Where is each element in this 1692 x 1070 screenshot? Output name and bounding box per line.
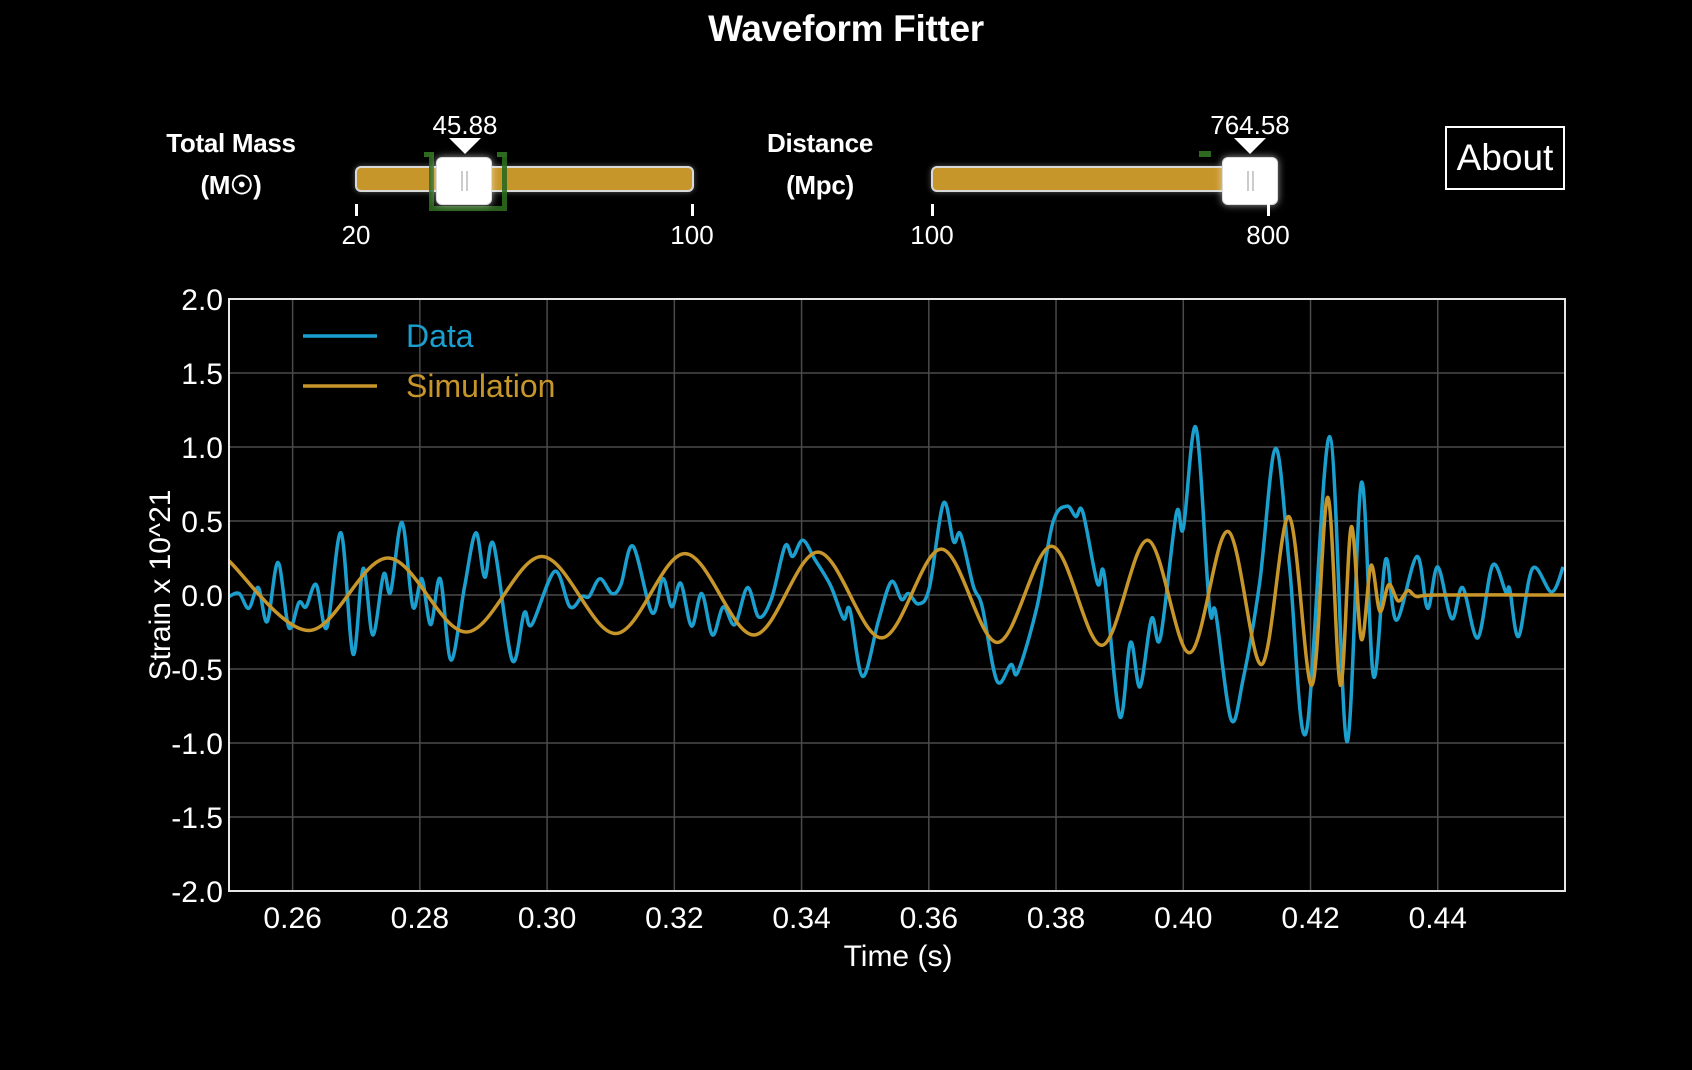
y-tick-label: 0.0 — [181, 580, 223, 613]
x-tick-labels: 0.26 0.28 0.30 0.32 0.34 0.36 0.38 0.40 0.42 0.44 — [263, 902, 1467, 935]
x-axis-label: Time (s) — [844, 940, 953, 973]
x-tick-label: 0.40 — [1154, 902, 1212, 935]
series-data — [228, 425, 1565, 744]
y-tick-label: -0.5 — [171, 654, 223, 687]
y-axis-label: Strain x 10^21 — [144, 490, 177, 681]
y-tick-label: 0.5 — [181, 506, 223, 539]
legend: Data Simulation — [303, 318, 555, 404]
y-tick-label: -1.0 — [171, 728, 223, 761]
x-tick-label: 0.38 — [1027, 902, 1085, 935]
x-tick-label: 0.30 — [518, 902, 576, 935]
y-tick-labels: 2.0 1.5 1.0 0.5 0.0 -0.5 -1.0 -1.5 -2.0 — [171, 284, 223, 909]
y-tick-label: -1.5 — [171, 802, 223, 835]
series-layer — [227, 425, 1566, 744]
y-tick-label: 1.0 — [181, 432, 223, 465]
waveform-chart: 2.0 1.5 1.0 0.5 0.0 -0.5 -1.0 -1.5 -2.0 0.26 0.28… — [144, 284, 1566, 973]
y-tick-label: 2.0 — [181, 284, 223, 317]
legend-label-data: Data — [406, 318, 474, 354]
x-tick-label: 0.44 — [1409, 902, 1467, 935]
y-tick-label: -2.0 — [171, 876, 223, 909]
x-tick-label: 0.26 — [263, 902, 321, 935]
x-tick-label: 0.34 — [772, 902, 830, 935]
series-line-data — [228, 425, 1565, 744]
x-tick-label: 0.28 — [391, 902, 449, 935]
y-tick-label: 1.5 — [181, 358, 223, 391]
x-tick-label: 0.42 — [1281, 902, 1339, 935]
x-tick-label: 0.32 — [645, 902, 703, 935]
x-tick-label: 0.36 — [900, 902, 958, 935]
legend-label-simulation: Simulation — [406, 368, 555, 404]
